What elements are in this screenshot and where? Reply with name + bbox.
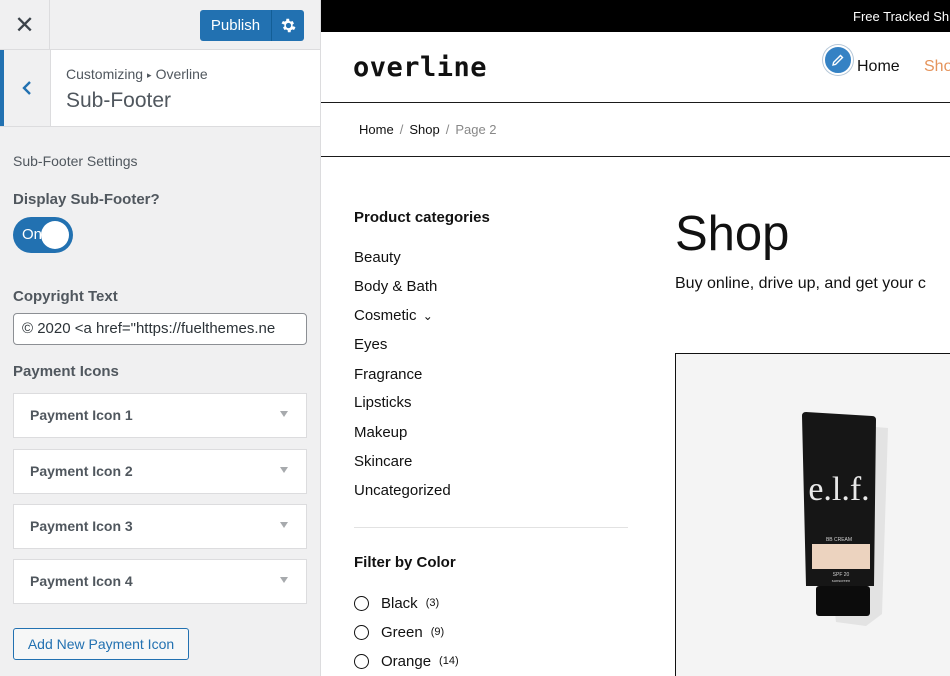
category-link[interactable]: Skincare [354, 453, 412, 470]
announcement-bar: Free Tracked Shi [321, 0, 950, 32]
color-count: (3) [425, 597, 440, 609]
category-link[interactable]: Makeup [354, 424, 407, 441]
back-button[interactable] [0, 50, 51, 126]
product-image: e.l.f. BB CREAM SPF 20 sunscreen [802, 412, 888, 626]
nav-shop-link[interactable]: Sho [924, 58, 950, 76]
payment-icon-label: Payment Icon 3 [30, 518, 133, 534]
publish-button[interactable]: Publish [200, 10, 271, 41]
nav-home-link[interactable]: Home [857, 58, 900, 76]
color-count: (14) [439, 655, 459, 667]
dropdown-arrow-icon[interactable] [280, 467, 288, 473]
breadcrumb-separator: ▸ [147, 70, 152, 80]
product-tag: sunscreen [832, 578, 850, 583]
close-icon[interactable]: ✕ [0, 0, 50, 50]
color-count: (9) [430, 626, 445, 638]
display-subfooter-toggle[interactable]: On [13, 217, 73, 253]
site-logo[interactable]: overline [353, 52, 487, 83]
color-name: Black [381, 594, 418, 612]
payment-icon-item[interactable]: Payment Icon 3 [13, 504, 307, 549]
dropdown-arrow-icon[interactable] [280, 577, 288, 583]
category-link[interactable]: Eyes [354, 336, 387, 353]
dropdown-arrow-icon[interactable] [280, 411, 288, 417]
color-filter-option[interactable]: Green (9) [354, 622, 444, 642]
product-brand: e.l.f. [808, 471, 869, 508]
breadcrumb: Home / Shop / Page 2 [359, 122, 497, 137]
breadcrumb-separator: / [445, 122, 450, 137]
radio-icon[interactable] [354, 624, 369, 640]
toggle-knob [41, 221, 69, 249]
page-title: Shop [675, 207, 790, 261]
category-link[interactable]: Beauty [354, 249, 401, 266]
customizer-header: ✕ Publish [0, 0, 320, 50]
breadcrumb-root: Customizing [66, 66, 144, 82]
payment-icon-item[interactable]: Payment Icon 2 [13, 449, 307, 494]
site-preview: Free Tracked Shi overline Home Sho Home /… [321, 0, 950, 676]
category-link-cosmetic[interactable]: Cosmetic ⌄ [354, 307, 433, 324]
color-name: Orange [381, 652, 432, 670]
color-name: Green [381, 623, 423, 641]
chevron-down-icon[interactable]: ⌄ [423, 309, 433, 323]
payment-icon-label: Payment Icon 2 [30, 463, 133, 479]
dropdown-arrow-icon[interactable] [280, 522, 288, 528]
filter-color-title: Filter by Color [354, 554, 456, 571]
section-header: Customizing ▸ Overline Sub-Footer [0, 50, 320, 127]
display-subfooter-label: Display Sub-Footer? [13, 191, 160, 208]
breadcrumb-shop-link[interactable]: Shop [409, 122, 439, 137]
publish-group: Publish [200, 10, 304, 41]
payment-icon-label: Payment Icon 4 [30, 573, 133, 589]
category-link[interactable]: Fragrance [354, 366, 422, 383]
payment-icon-item[interactable]: Payment Icon 4 [13, 559, 307, 604]
category-label: Cosmetic [354, 307, 417, 324]
breadcrumb-bar: Home / Shop / Page 2 [321, 103, 950, 157]
toggle-state: On [22, 226, 43, 243]
radio-icon[interactable] [354, 653, 369, 669]
breadcrumb-separator: / [399, 122, 404, 137]
color-filter-option[interactable]: Black (3) [354, 593, 439, 613]
color-filter-option[interactable]: Orange (14) [354, 651, 459, 671]
chevron-left-icon [22, 81, 31, 95]
category-link[interactable]: Body & Bath [354, 278, 437, 295]
breadcrumb-theme: Overline [155, 66, 208, 82]
page-subtitle: Buy online, drive up, and get your c [675, 275, 926, 292]
gear-icon [281, 18, 295, 33]
customizer-sidebar: ✕ Publish Customizing ▸ Overline Sub-Foote… [0, 0, 321, 676]
payment-icon-item[interactable]: Payment Icon 1 [13, 393, 307, 438]
section-title: Sub-Footer [66, 89, 172, 112]
publish-settings-button[interactable] [271, 10, 304, 41]
pencil-glyph [832, 54, 844, 66]
payment-icon-label: Payment Icon 1 [30, 407, 133, 423]
product-card[interactable]: e.l.f. BB CREAM SPF 20 sunscreen [675, 353, 950, 676]
announcement-text: Free Tracked Shi [853, 9, 950, 24]
settings-heading: Sub-Footer Settings [13, 153, 138, 169]
breadcrumb-home-link[interactable]: Home [359, 122, 394, 137]
categories-title: Product categories [354, 209, 490, 226]
category-link[interactable]: Uncategorized [354, 482, 451, 499]
customizer-breadcrumb: Customizing ▸ Overline [66, 66, 208, 82]
product-name: BB CREAM [826, 537, 852, 543]
sidebar-divider [354, 527, 628, 528]
copyright-text-field[interactable]: © 2020 <a href="https://fuelthemes.ne [13, 313, 307, 345]
pencil-icon[interactable] [823, 45, 853, 75]
copyright-label: Copyright Text [13, 288, 118, 305]
site-header: overline Home Sho [321, 32, 950, 103]
category-link[interactable]: Lipsticks [354, 394, 412, 411]
radio-icon[interactable] [354, 595, 369, 611]
breadcrumb-current: Page 2 [455, 122, 497, 137]
payment-icons-heading: Payment Icons [13, 363, 119, 380]
add-payment-icon-button[interactable]: Add New Payment Icon [13, 628, 189, 660]
